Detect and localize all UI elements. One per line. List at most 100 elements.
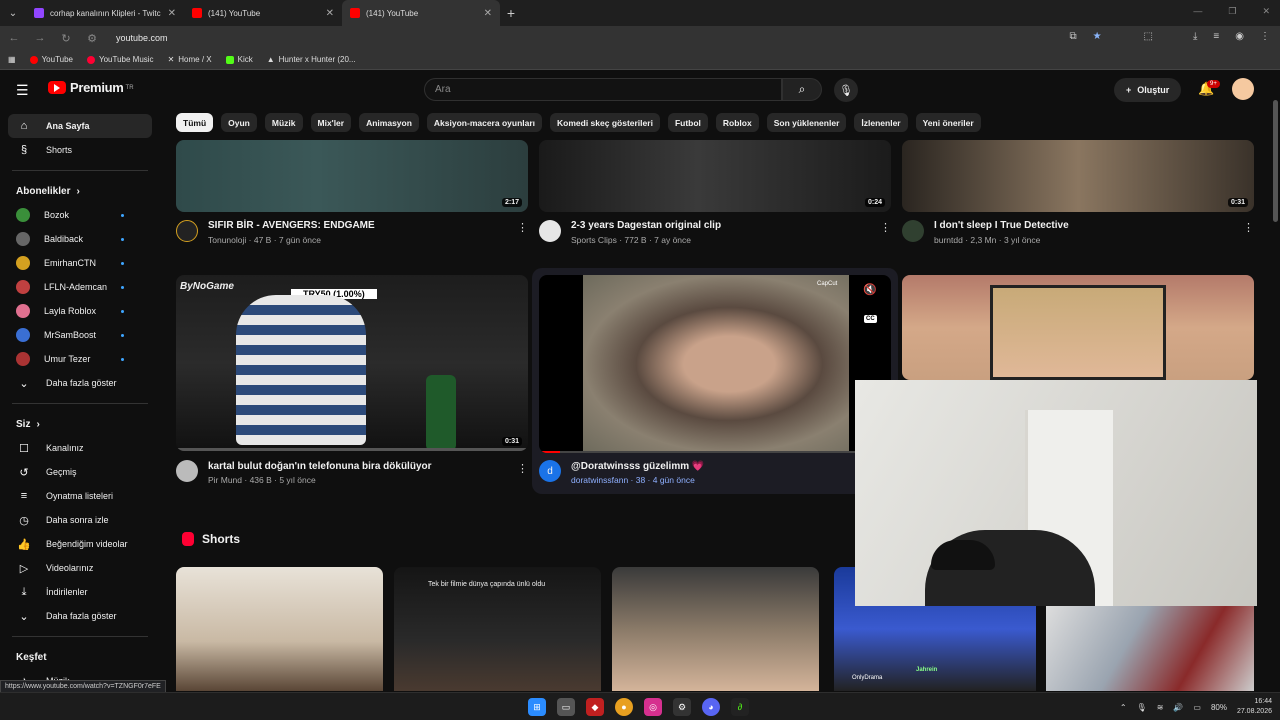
short-thumbnail[interactable] xyxy=(176,567,383,691)
back-icon[interactable]: ← xyxy=(8,32,20,44)
apps-grid-icon[interactable]: ▦ xyxy=(8,55,16,64)
filter-chip[interactable]: Animasyon xyxy=(359,113,419,132)
video-thumbnail[interactable]: 0:24 xyxy=(539,140,891,212)
filter-chip[interactable]: Yeni öneriler xyxy=(915,113,981,132)
channel-name[interactable]: Pir Mund xyxy=(208,475,242,485)
short-thumbnail[interactable] xyxy=(1046,606,1254,691)
sidebar-item-subscription[interactable]: Bozok xyxy=(8,203,152,227)
youtube-premium-logo[interactable]: Premium TR xyxy=(48,80,134,95)
filter-chip[interactable]: Tümü xyxy=(176,113,214,132)
app-green-icon[interactable]: ∂ xyxy=(731,698,749,716)
channel-avatar[interactable] xyxy=(176,220,198,242)
filter-chip[interactable]: İzlenenler xyxy=(854,113,908,132)
battery-icon[interactable]: ▭ xyxy=(1193,703,1201,712)
video-title[interactable]: SIFIR BİR - AVENGERS: ENDGAME xyxy=(208,220,375,231)
app-red-icon[interactable]: ◆ xyxy=(586,698,604,716)
create-button[interactable]: + Oluştur xyxy=(1114,78,1182,102)
more-options-icon[interactable]: ⋮ xyxy=(1243,221,1254,234)
sidebar-item-you[interactable]: ◷ Daha sonra izle xyxy=(8,508,152,532)
channel-avatar[interactable] xyxy=(176,460,198,482)
video-title[interactable]: kartal bulut doğan'ın telefonuna bira dö… xyxy=(208,461,432,472)
filter-chip[interactable]: Aksiyon-macera oyunları xyxy=(426,113,543,132)
video-title[interactable]: @Doratwinsss güzelimm 💗 xyxy=(571,461,704,472)
maximize-icon[interactable]: ❐ xyxy=(1228,6,1236,17)
you-header[interactable]: Siz › xyxy=(0,412,160,436)
bookmark-x[interactable]: ✕ Home / X xyxy=(168,55,212,64)
video-title[interactable]: I don't sleep I True Detective xyxy=(934,220,1069,231)
video-thumbnail[interactable]: 2:17 xyxy=(176,140,528,212)
install-icon[interactable]: ⧉ xyxy=(1069,31,1076,42)
short-thumbnail[interactable]: Tek bir filmie dünya çapında ünlü oldu xyxy=(394,567,601,691)
captions-icon[interactable]: CC xyxy=(864,315,877,323)
minimize-icon[interactable]: — xyxy=(1193,6,1202,17)
sidebar-item-you[interactable]: ▷ Videolarınız xyxy=(8,556,152,580)
more-options-icon[interactable]: ⋮ xyxy=(517,221,528,234)
sidebar-item-you[interactable]: ☐ Kanalınız xyxy=(8,436,152,460)
channel-name[interactable]: Sports Clips xyxy=(571,235,617,245)
sidebar-item-you[interactable]: ⌄ Daha fazla göster xyxy=(8,604,152,628)
channel-avatar[interactable] xyxy=(902,220,924,242)
forward-icon[interactable]: → xyxy=(34,32,46,44)
tab-search-icon[interactable]: ⌄ xyxy=(0,0,26,26)
sidebar-item-you[interactable]: ↺ Geçmiş xyxy=(8,460,152,484)
new-tab-button[interactable]: + xyxy=(500,5,522,21)
site-info-icon[interactable]: ⚙ xyxy=(86,32,98,45)
video-title[interactable]: 2-3 years Dagestan original clip xyxy=(571,220,721,231)
sidebar-item-subscription[interactable]: Layla Roblox xyxy=(8,299,152,323)
channel-name[interactable]: doratwinssfann xyxy=(571,475,628,485)
bookmark-youtube-music[interactable]: YouTube Music xyxy=(87,55,154,64)
bookmark-kick[interactable]: Kick xyxy=(225,55,253,64)
browser-tab-2[interactable]: (141) YouTube ✕ xyxy=(184,0,342,26)
sidebar-item-subscription[interactable]: EmirhanCTN xyxy=(8,251,152,275)
volume-icon[interactable]: 🔊 xyxy=(1173,703,1183,712)
voice-search-button[interactable]: 🎙 xyxy=(834,78,858,102)
scrollbar[interactable] xyxy=(1273,100,1278,222)
media-icon[interactable]: ≡ xyxy=(1213,31,1219,42)
file-explorer-icon[interactable]: ▭ xyxy=(557,698,575,716)
video-thumbnail[interactable] xyxy=(902,275,1254,380)
sidebar-item-subscription[interactable]: LFLN-Ademcan xyxy=(8,275,152,299)
filter-chip[interactable]: Futbol xyxy=(667,113,708,132)
close-icon[interactable]: ✕ xyxy=(484,8,492,19)
bookmark-youtube[interactable]: YouTube xyxy=(29,55,73,64)
reload-icon[interactable]: ↻ xyxy=(60,32,72,45)
filter-chip[interactable]: Oyun xyxy=(221,113,257,132)
sidebar-item-you[interactable]: ⤓ İndirilenler xyxy=(8,580,152,604)
sidebar-item-subscription[interactable]: MrSamBoost xyxy=(8,323,152,347)
filter-chip[interactable]: Son yüklenenler xyxy=(766,113,847,132)
close-window-icon[interactable]: ✕ xyxy=(1262,6,1270,17)
mic-icon[interactable]: 🎙 xyxy=(1137,703,1147,712)
more-options-icon[interactable]: ⋮ xyxy=(880,221,891,234)
sidebar-item-subscription[interactable]: Baldiback xyxy=(8,227,152,251)
menu-icon[interactable]: ⋮ xyxy=(1260,31,1270,42)
wifi-icon[interactable]: ≋ xyxy=(1157,703,1164,712)
account-avatar[interactable] xyxy=(1232,78,1254,100)
sidebar-item-home[interactable]: ⌂ Ana Sayfa xyxy=(8,114,152,138)
settings-icon[interactable]: ⚙ xyxy=(673,698,691,716)
channel-name[interactable]: burntdd xyxy=(934,235,963,245)
discord-icon[interactable]: ◕ xyxy=(702,698,720,716)
sidebar-item-you[interactable]: ≡ Oynatma listeleri xyxy=(8,484,152,508)
sidebar-item-shorts[interactable]: § Shorts xyxy=(8,138,152,162)
channel-name[interactable]: Tonunoloji xyxy=(208,235,246,245)
video-thumbnail[interactable]: 0:31 xyxy=(902,140,1254,212)
subscriptions-header[interactable]: Abonelikler › xyxy=(0,179,160,203)
clock[interactable]: 16:44 27.08.2026 xyxy=(1237,697,1272,717)
mute-icon[interactable]: 🔇 xyxy=(863,283,877,296)
channel-avatar[interactable] xyxy=(539,220,561,242)
profile-icon[interactable]: ◉ xyxy=(1235,31,1244,42)
sidebar-show-more-subs[interactable]: ⌄ Daha fazla göster xyxy=(8,371,152,395)
channel-avatar[interactable]: d xyxy=(539,460,561,482)
short-thumbnail[interactable] xyxy=(612,567,819,691)
extensions-icon[interactable]: ⬚ xyxy=(1144,31,1153,42)
instagram-icon[interactable]: ◎ xyxy=(644,698,662,716)
close-icon[interactable]: ✕ xyxy=(168,8,176,19)
browser-tab-3[interactable]: (141) YouTube ✕ xyxy=(342,0,500,26)
sidebar-item-you[interactable]: 👍 Beğendiğim videolar xyxy=(8,532,152,556)
filter-chip[interactable]: Roblox xyxy=(715,113,759,132)
chrome-icon[interactable]: ● xyxy=(615,698,633,716)
video-preview-player[interactable]: CapCut 🔇 CC xyxy=(539,275,891,453)
download-icon[interactable]: ⤓ xyxy=(1193,31,1197,42)
bookmark-star-icon[interactable]: ★ xyxy=(1093,31,1102,42)
url-field[interactable]: youtube.com xyxy=(116,33,168,43)
